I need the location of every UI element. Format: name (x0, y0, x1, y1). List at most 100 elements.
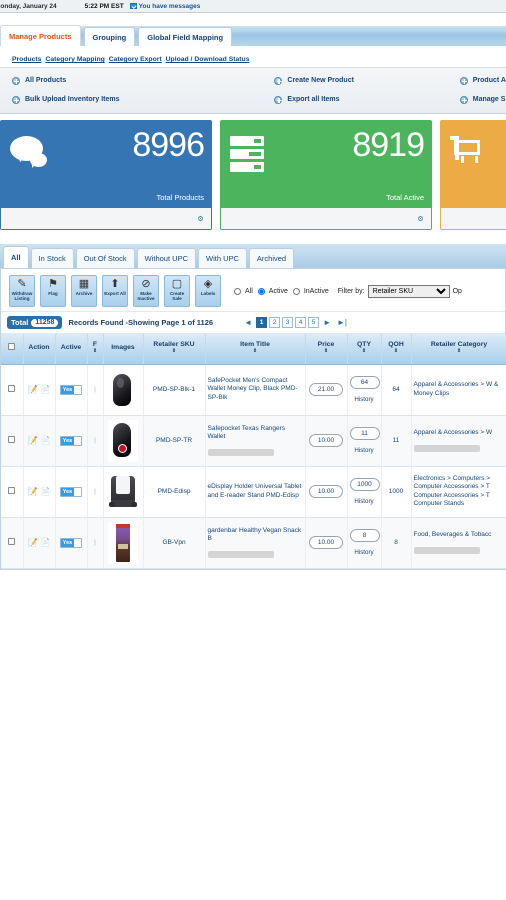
th-select-all[interactable] (1, 334, 24, 365)
row-flag-cell[interactable]: | (87, 415, 104, 467)
quicklink-all-products[interactable]: All Products (0, 76, 262, 85)
active-toggle[interactable]: Yes (60, 537, 82, 548)
row-select-cell[interactable] (1, 364, 24, 416)
edit-icon[interactable]: 📝 (28, 538, 38, 547)
qty-input[interactable]: 64 (349, 376, 380, 389)
status-tab-all[interactable]: All (3, 246, 29, 268)
history-link[interactable]: History (350, 498, 379, 505)
status-tab-without-upc[interactable]: Without UPC (136, 248, 196, 268)
row-image-cell[interactable] (103, 466, 144, 518)
price-input[interactable]: 10.00 (309, 485, 343, 498)
th-retailer-category[interactable]: Retailer Category ⇕ (411, 334, 506, 365)
subnav-category-export[interactable]: Category Export (109, 56, 162, 63)
table-row[interactable]: 📝 📄 Yes | PMD-SP-Blk-1 SafePocket Men's Compa… (1, 364, 506, 416)
quicklink-manage-s[interactable]: Manage S (448, 95, 506, 104)
history-link[interactable]: History (350, 396, 379, 403)
labels-button[interactable]: ◈ Labels (195, 275, 221, 307)
sort-icon[interactable]: ⇕ (383, 349, 410, 354)
edit-icon[interactable]: 📝 (28, 436, 38, 445)
radio-inactive[interactable] (292, 288, 300, 295)
quicklink-product-a[interactable]: Product A (448, 76, 506, 85)
row-qty-cell[interactable]: 1000 History (347, 466, 382, 518)
row-category-cell[interactable]: Apparel & Accessories > W & Money Clips (411, 364, 506, 416)
row-flag-cell[interactable]: | (87, 517, 104, 569)
row-sku-cell[interactable]: PMD-SP-TR (143, 415, 206, 467)
stat-card-third[interactable] (440, 120, 506, 230)
copy-icon[interactable]: 📄 (41, 385, 51, 394)
active-toggle[interactable]: Yes (60, 435, 82, 446)
status-tab-with-upc[interactable]: With UPC (198, 248, 247, 268)
archive-button[interactable]: ▦ Archive (71, 275, 97, 307)
radio-active[interactable] (257, 288, 265, 295)
row-sku-cell[interactable]: GB-Vpn (143, 517, 206, 569)
row-flag-cell[interactable]: | (87, 466, 104, 518)
th-f[interactable]: F ⇕ (87, 334, 104, 365)
row-price-cell[interactable]: 21.00 (305, 364, 348, 416)
sort-icon[interactable]: ⇕ (207, 349, 304, 354)
product-thumbnail[interactable] (108, 521, 138, 564)
row-image-cell[interactable] (103, 415, 144, 467)
row-category-cell[interactable]: Apparel & Accessories > W (411, 415, 506, 467)
copy-icon[interactable]: 📄 (41, 436, 51, 445)
select-all-checkbox[interactable] (8, 343, 16, 351)
row-title-cell[interactable]: eDisplay Holder Universal Tablet and E-r… (205, 466, 306, 518)
row-flag-cell[interactable]: | (87, 364, 104, 416)
th-price[interactable]: Price ⇕ (305, 334, 348, 365)
status-tab-out-of-stock[interactable]: Out Of Stock (75, 248, 135, 268)
row-price-cell[interactable]: 10.00 (305, 517, 348, 569)
row-title-cell[interactable]: Safepocket Texas Rangers Wallet (205, 415, 306, 467)
row-active-cell[interactable]: Yes (55, 517, 88, 569)
sort-icon[interactable]: ⇕ (349, 349, 380, 354)
flag-button[interactable]: ⚑ Flag (40, 275, 66, 307)
withdraw-listing-button[interactable]: ✎ Withdraw Listing (9, 275, 35, 307)
quicklink-bulk-upload-inventory-items[interactable]: Bulk Upload Inventory Items (0, 95, 262, 104)
radio-all[interactable] (234, 288, 241, 295)
active-toggle[interactable]: Yes (60, 384, 82, 395)
sort-icon[interactable]: ⇕ (145, 349, 204, 354)
sort-icon[interactable]: ⇕ (413, 349, 506, 354)
edit-icon[interactable]: 📝 (28, 385, 38, 394)
table-row[interactable]: 📝 📄 Yes | PMD-SP-TR Safepocket Texas Rangers … (1, 415, 506, 467)
quicklink-export-all-items[interactable]: Export all Items (262, 95, 447, 104)
create-sale-button[interactable]: ▢ Create Sale (164, 275, 190, 307)
row-checkbox[interactable] (8, 385, 16, 392)
tab-grouping[interactable]: Grouping (83, 27, 136, 46)
subnav-products[interactable]: Products (12, 56, 41, 63)
sort-icon[interactable]: ⇕ (89, 349, 102, 354)
stat-card-footer[interactable]: ⚙ (220, 208, 432, 230)
th-qty[interactable]: QTY ⇕ (347, 334, 382, 365)
page-prev-button[interactable]: ◄ (242, 317, 254, 328)
product-thumbnail[interactable] (108, 470, 138, 513)
price-input[interactable]: 10.00 (309, 434, 343, 447)
table-row[interactable]: 📝 📄 Yes | PMD-Edisp eDisplay Holder Universal… (1, 466, 506, 518)
row-qty-cell[interactable]: 8 History (347, 517, 382, 569)
page-button-5[interactable]: 5 (308, 317, 320, 328)
stat-card-total-products[interactable]: 8996 Total Products ⚙ (0, 120, 212, 230)
row-select-cell[interactable] (1, 415, 24, 467)
status-tab-archived[interactable]: Archived (248, 248, 295, 268)
page-button-4[interactable]: 4 (295, 317, 307, 328)
row-checkbox[interactable] (8, 538, 16, 545)
stat-card-footer[interactable]: ⚙ (0, 208, 212, 230)
page-button-1[interactable]: 1 (256, 317, 268, 328)
export-all-button[interactable]: ⬆ Export All (102, 275, 128, 307)
quicklink-create-new-product[interactable]: Create New Product (262, 76, 447, 85)
status-tab-in-stock[interactable]: In Stock (30, 248, 74, 268)
info-circle-icon[interactable]: ⚙ (196, 214, 205, 223)
row-sku-cell[interactable]: PMD-Edisp (143, 466, 206, 518)
page-next-button[interactable]: ► (321, 317, 333, 328)
th-item-title[interactable]: Item Title ⇕ (205, 334, 306, 365)
row-active-cell[interactable]: Yes (55, 466, 88, 518)
qty-input[interactable]: 8 (349, 529, 380, 542)
history-link[interactable]: History (350, 447, 379, 454)
product-thumbnail[interactable] (108, 368, 138, 411)
th-qoh[interactable]: QOH ⇕ (381, 334, 412, 365)
price-input[interactable]: 10.00 (309, 536, 343, 549)
row-select-cell[interactable] (1, 517, 24, 569)
row-title-cell[interactable]: gardenbar Healthy Vegan Snack B (205, 517, 306, 569)
subnav-category-mapping[interactable]: Category Mapping (45, 56, 104, 63)
stat-card-total-active[interactable]: 8919 Total Active ⚙ (220, 120, 432, 230)
product-thumbnail[interactable] (108, 419, 138, 462)
make-inactive-button[interactable]: ⊘ Make Inactive (133, 275, 159, 307)
qty-input[interactable]: 1000 (349, 478, 380, 491)
